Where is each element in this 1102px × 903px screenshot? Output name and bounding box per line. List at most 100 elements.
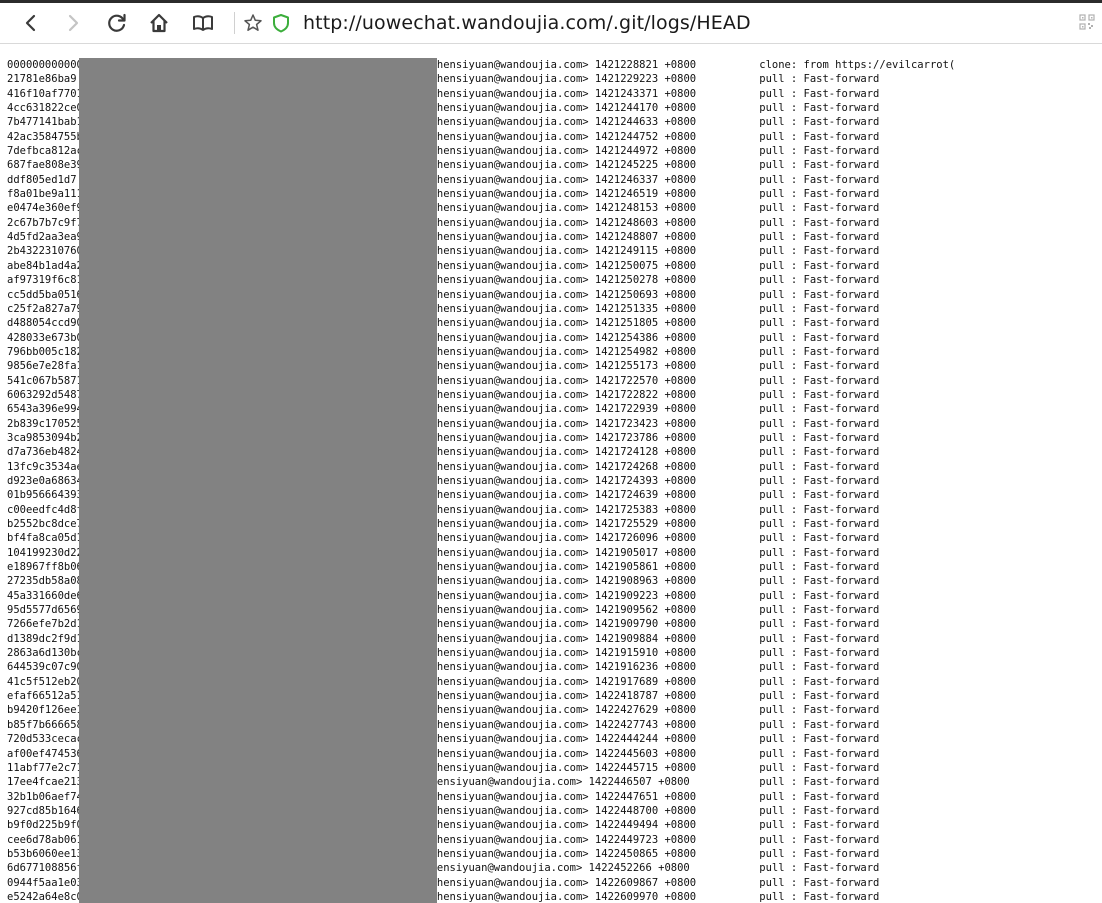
timezone: +0800 (658, 446, 716, 459)
timezone: +0800 (658, 675, 716, 688)
message: pull : Fast-forward (715, 876, 880, 889)
timestamp: 1421248603 (588, 216, 659, 229)
message: pull : Fast-forward (715, 518, 880, 530)
timestamp: 1421724639 (588, 489, 659, 502)
message: pull : Fast-forward (715, 489, 880, 502)
timezone: +0800 (658, 173, 716, 186)
message: pull : Fast-forward (715, 776, 880, 789)
timezone: +0800 (658, 632, 716, 645)
timestamp: 1421245225 (588, 159, 659, 172)
message: pull : Fast-forward (715, 130, 880, 143)
timestamp: 1421244972 (588, 145, 659, 158)
message: pull : Fast-forward (715, 202, 880, 215)
timestamp: 1422449494 (588, 819, 659, 832)
timezone: +0800 (658, 274, 716, 287)
back-button[interactable] (13, 3, 49, 43)
timestamp: 1421251335 (588, 302, 659, 315)
star-icon (244, 14, 262, 31)
timezone: +0800 (651, 776, 716, 789)
forward-button[interactable] (55, 3, 91, 43)
reader-mode-button[interactable] (185, 3, 221, 43)
timestamp: 1422445603 (588, 747, 659, 760)
message: pull : Fast-forward (715, 173, 880, 186)
message: pull : Fast-forward (715, 216, 880, 229)
timezone: +0800 (658, 503, 716, 516)
timezone: +0800 (658, 145, 716, 158)
timestamp: 1421724128 (588, 446, 659, 459)
timezone: +0800 (658, 188, 716, 201)
timestamp: 1421244633 (588, 116, 659, 129)
message: pull : Fast-forward (715, 690, 880, 703)
timezone: +0800 (658, 876, 716, 889)
timezone: +0800 (658, 360, 716, 373)
timezone: +0800 (658, 604, 716, 617)
message: pull : Fast-forward (715, 718, 880, 731)
message: pull : Fast-forward (715, 790, 880, 803)
timezone: +0800 (658, 431, 716, 444)
qr-code-button[interactable] (1079, 14, 1095, 34)
message: pull : Fast-forward (715, 102, 880, 115)
timezone: +0800 (658, 518, 716, 530)
timezone: +0800 (658, 690, 716, 703)
timestamp: 1421228821 (588, 59, 659, 71)
timestamp: 1422452266 (582, 862, 652, 875)
timestamp: 1421909223 (588, 589, 659, 602)
timestamp: 1422447651 (588, 790, 659, 803)
message: pull : Fast-forward (715, 302, 880, 315)
timestamp: 1421722822 (588, 388, 659, 401)
timestamp: 1421723423 (588, 417, 659, 430)
redaction-block (79, 58, 437, 903)
timezone: +0800 (658, 87, 716, 100)
timezone: +0800 (658, 790, 716, 803)
timestamp: 1421255173 (588, 360, 659, 373)
shield-icon (273, 14, 289, 33)
timezone: +0800 (658, 102, 716, 115)
timezone: +0800 (658, 704, 716, 717)
timestamp: 1421724268 (588, 460, 659, 473)
message: pull : Fast-forward (715, 632, 880, 645)
timezone: +0800 (658, 259, 716, 272)
message: pull : Fast-forward (715, 833, 880, 846)
timestamp: 1422446507 (582, 776, 652, 789)
message: pull : Fast-forward (715, 403, 880, 416)
message: pull : Fast-forward (715, 575, 880, 588)
timestamp: 1421725529 (588, 518, 659, 530)
message: pull : Fast-forward (715, 546, 880, 559)
message: pull : Fast-forward (715, 618, 880, 631)
timezone: +0800 (658, 216, 716, 229)
qr-code-icon (1079, 14, 1095, 30)
message: pull : Fast-forward (715, 604, 880, 617)
timezone: +0800 (658, 302, 716, 315)
timestamp: 1422448700 (588, 804, 659, 817)
timezone: +0800 (658, 417, 716, 430)
reload-button[interactable] (99, 3, 135, 43)
timestamp: 1421909884 (588, 632, 659, 645)
home-button[interactable] (141, 3, 177, 43)
security-indicator[interactable] (264, 3, 298, 43)
timezone: +0800 (658, 761, 716, 774)
timestamp: 1421909562 (588, 604, 659, 617)
home-icon (150, 13, 168, 33)
timestamp: 1421908963 (588, 575, 659, 588)
message: pull : Fast-forward (715, 890, 880, 903)
timestamp: 1421250075 (588, 259, 659, 272)
message: pull : Fast-forward (715, 819, 880, 832)
timezone: +0800 (658, 546, 716, 559)
timezone: +0800 (658, 116, 716, 129)
timestamp: 1421917689 (588, 675, 659, 688)
message: pull : Fast-forward (715, 331, 880, 344)
timezone: +0800 (658, 561, 716, 574)
message: pull : Fast-forward (715, 116, 880, 129)
message: pull : Fast-forward (715, 661, 880, 674)
message: pull : Fast-forward (715, 259, 880, 272)
timestamp: 1421909790 (588, 618, 659, 631)
timezone: +0800 (658, 718, 716, 731)
timezone: +0800 (658, 532, 716, 545)
message: pull : Fast-forward (715, 647, 880, 660)
timezone: +0800 (658, 647, 716, 660)
address-bar[interactable]: http://uowechat.wandoujia.com/.git/logs/… (303, 12, 751, 34)
timezone: +0800 (658, 618, 716, 631)
timestamp: 1421905861 (588, 561, 659, 574)
timezone: +0800 (658, 317, 716, 330)
timestamp: 1422418787 (588, 690, 659, 703)
